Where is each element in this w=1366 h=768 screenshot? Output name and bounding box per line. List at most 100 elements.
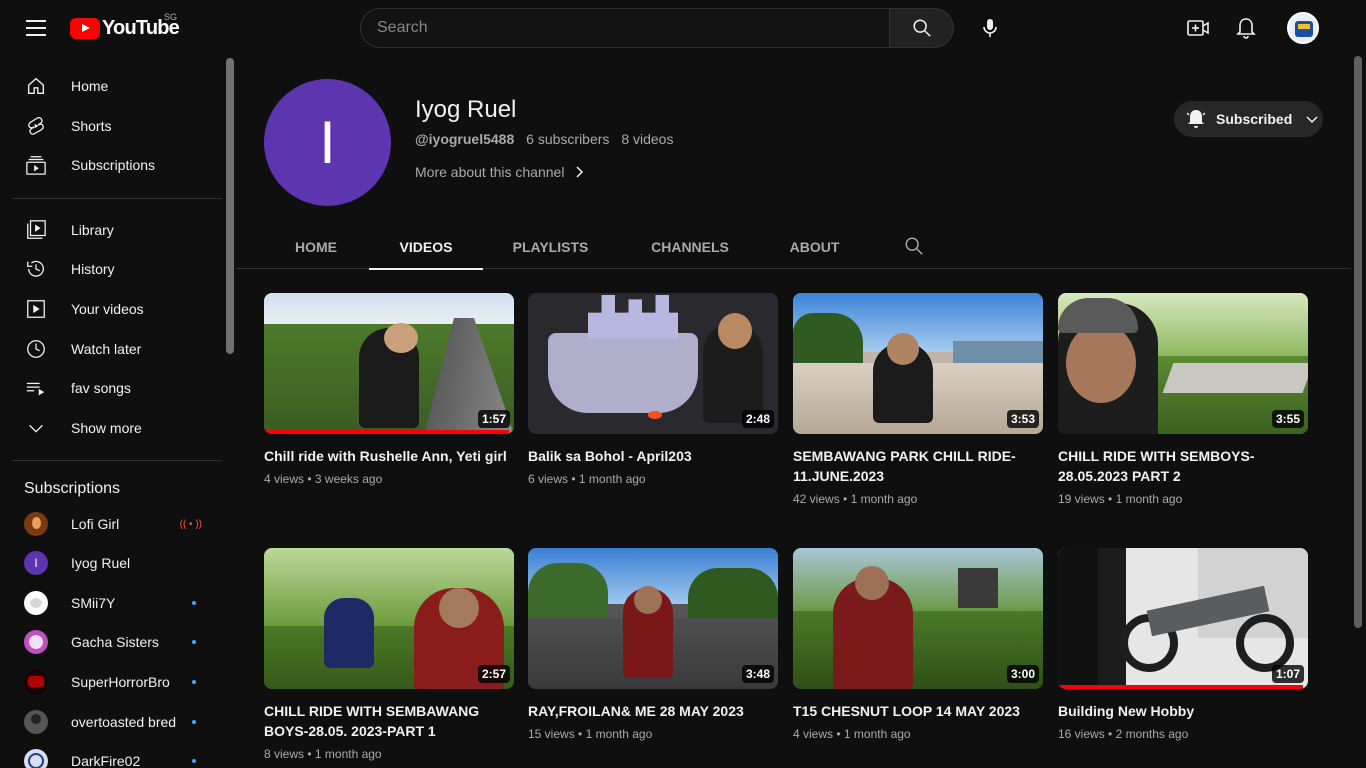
youtube-logo[interactable]: YouTube (70, 17, 180, 39)
video-title[interactable]: Building New Hobby (1058, 701, 1308, 721)
sidebar-item-your-videos[interactable]: Your videos (12, 289, 212, 329)
notifications-button[interactable] (1226, 8, 1266, 48)
subscription-item[interactable]: Lofi Girl (( • )) (12, 504, 212, 544)
account-avatar[interactable] (1287, 12, 1319, 44)
video-duration: 3:55 (1271, 410, 1304, 428)
top-bar: YouTube SG (0, 0, 1366, 56)
video-title[interactable]: RAY,FROILAN& ME 28 MAY 2023 (528, 701, 778, 721)
channel-search-button[interactable] (903, 235, 927, 259)
video-thumbnail[interactable]: 3:00 (793, 548, 1043, 689)
subscription-item[interactable]: DarkFire02 (12, 741, 212, 768)
sidebar-item-history[interactable]: History (12, 249, 212, 289)
video-thumbnail[interactable]: 3:48 (528, 548, 778, 689)
search-button[interactable] (890, 8, 954, 48)
video-duration: 2:57 (477, 665, 510, 683)
video-card[interactable]: 3:53 SEMBAWANG PARK CHILL RIDE-11.JUNE.2… (793, 293, 1043, 508)
video-title[interactable]: CHILL RIDE WITH SEMBAWANG BOYS-28.05. 20… (264, 701, 514, 741)
video-meta: 6 views • 1 month ago (528, 472, 646, 486)
live-icon: (( • )) (179, 518, 202, 530)
sidebar-item-library[interactable]: Library (12, 210, 212, 250)
voice-search-button[interactable] (970, 8, 1010, 48)
video-title[interactable]: T15 CHESNUT LOOP 14 MAY 2023 (793, 701, 1043, 721)
video-card[interactable]: 2:48 Balik sa Bohol - April203 6 views •… (528, 293, 778, 488)
subscription-item[interactable]: SuperHorrorBro (12, 662, 212, 702)
view-count: 15 views (528, 727, 575, 741)
video-create-icon (1187, 20, 1209, 36)
new-content-dot (192, 640, 196, 644)
page-scrollbar[interactable] (1354, 56, 1362, 628)
watch-later-icon (24, 337, 48, 361)
tab-channels[interactable]: CHANNELS (636, 224, 744, 269)
subscription-item[interactable]: SMii7Y (12, 583, 212, 623)
channel-avatar (24, 749, 48, 768)
sidebar-item-label: Your videos (71, 301, 144, 317)
chevron-down-icon (1306, 116, 1318, 124)
video-meta: 16 views • 2 months ago (1058, 727, 1189, 741)
search-icon (913, 19, 931, 37)
subscriber-count: 6 subscribers (526, 131, 610, 147)
subscription-name: DarkFire02 (71, 753, 141, 768)
video-meta: 19 views • 1 month ago (1058, 492, 1183, 506)
video-card[interactable]: 1:57 Chill ride with Rushelle Ann, Yeti … (264, 293, 514, 488)
channel-avatar-large[interactable]: I (264, 79, 391, 206)
video-count: 8 videos (621, 131, 674, 147)
home-icon (24, 74, 48, 98)
sidebar-item-label: Show more (71, 420, 142, 436)
sidebar-item-label: Shorts (71, 118, 112, 134)
create-button[interactable] (1178, 8, 1218, 48)
menu-icon[interactable] (20, 16, 52, 40)
view-count: 19 views (1058, 492, 1105, 506)
subscription-name: Gacha Sisters (71, 634, 159, 650)
upload-age: 1 month ago (1115, 492, 1183, 506)
video-card[interactable]: 2:57 CHILL RIDE WITH SEMBAWANG BOYS-28.0… (264, 548, 514, 763)
tab-about[interactable]: ABOUT (776, 224, 853, 269)
subscription-item[interactable]: Gacha Sisters (12, 622, 212, 662)
sidebar-item-watch-later[interactable]: Watch later (12, 329, 212, 369)
tab-playlists[interactable]: PLAYLISTS (499, 224, 602, 269)
video-thumbnail[interactable]: 1:57 (264, 293, 514, 434)
video-title[interactable]: Balik sa Bohol - April203 (528, 446, 778, 466)
search-icon (905, 237, 923, 255)
sidebar-item-subscriptions[interactable]: Subscriptions (12, 145, 212, 185)
subscribed-button[interactable]: Subscribed (1174, 101, 1323, 137)
video-thumbnail[interactable]: 2:57 (264, 548, 514, 689)
channel-avatar: I (24, 551, 48, 575)
video-card[interactable]: 3:00 T15 CHESNUT LOOP 14 MAY 2023 4 view… (793, 548, 1043, 743)
tab-home[interactable]: HOME (268, 224, 364, 269)
your-videos-icon (24, 297, 48, 321)
video-title[interactable]: Chill ride with Rushelle Ann, Yeti girl (264, 446, 514, 466)
view-count: 8 views (264, 747, 305, 761)
view-count: 16 views (1058, 727, 1105, 741)
sidebar-item-show-more[interactable]: Show more (12, 408, 212, 448)
sidebar-scrollbar[interactable] (226, 58, 234, 354)
sidebar-item-fav-songs[interactable]: fav songs (12, 368, 212, 408)
channel-meta: @iyogruel5488 6 subscribers 8 videos (415, 131, 681, 147)
video-thumbnail[interactable]: 3:55 (1058, 293, 1308, 434)
subscription-name: SMii7Y (71, 595, 116, 611)
video-card[interactable]: 1:07 Building New Hobby 16 views • 2 mon… (1058, 548, 1308, 743)
video-thumbnail[interactable]: 2:48 (528, 293, 778, 434)
search-input[interactable] (360, 8, 891, 48)
tab-videos[interactable]: VIDEOS (369, 224, 483, 270)
subscription-item[interactable]: overtoasted bred (12, 702, 212, 742)
sidebar-item-home[interactable]: Home (12, 66, 212, 106)
video-title[interactable]: CHILL RIDE WITH SEMBOYS-28.05.2023 PART … (1058, 446, 1308, 486)
subscription-item[interactable]: I Iyog Ruel (12, 543, 212, 583)
view-count: 4 views (793, 727, 834, 741)
video-duration: 3:53 (1006, 410, 1039, 428)
video-card[interactable]: 3:48 RAY,FROILAN& ME 28 MAY 2023 15 view… (528, 548, 778, 743)
channel-avatar (24, 710, 48, 734)
video-meta: 8 views • 1 month ago (264, 747, 382, 761)
video-thumbnail[interactable]: 3:53 (793, 293, 1043, 434)
video-meta: 42 views • 1 month ago (793, 492, 918, 506)
sidebar-item-shorts[interactable]: Shorts (12, 106, 212, 146)
video-title[interactable]: SEMBAWANG PARK CHILL RIDE-11.JUNE.2023 (793, 446, 1043, 486)
channel-tabs: HOME VIDEOS PLAYLISTS CHANNELS ABOUT (236, 224, 1351, 270)
video-card[interactable]: 3:55 CHILL RIDE WITH SEMBOYS-28.05.2023 … (1058, 293, 1308, 508)
video-duration: 2:48 (741, 410, 774, 428)
sidebar-item-label: Library (71, 222, 114, 238)
new-content-dot (192, 720, 196, 724)
video-thumbnail[interactable]: 1:07 (1058, 548, 1308, 689)
microphone-icon (983, 19, 997, 37)
more-about-channel-link[interactable]: More about this channel (415, 162, 590, 182)
